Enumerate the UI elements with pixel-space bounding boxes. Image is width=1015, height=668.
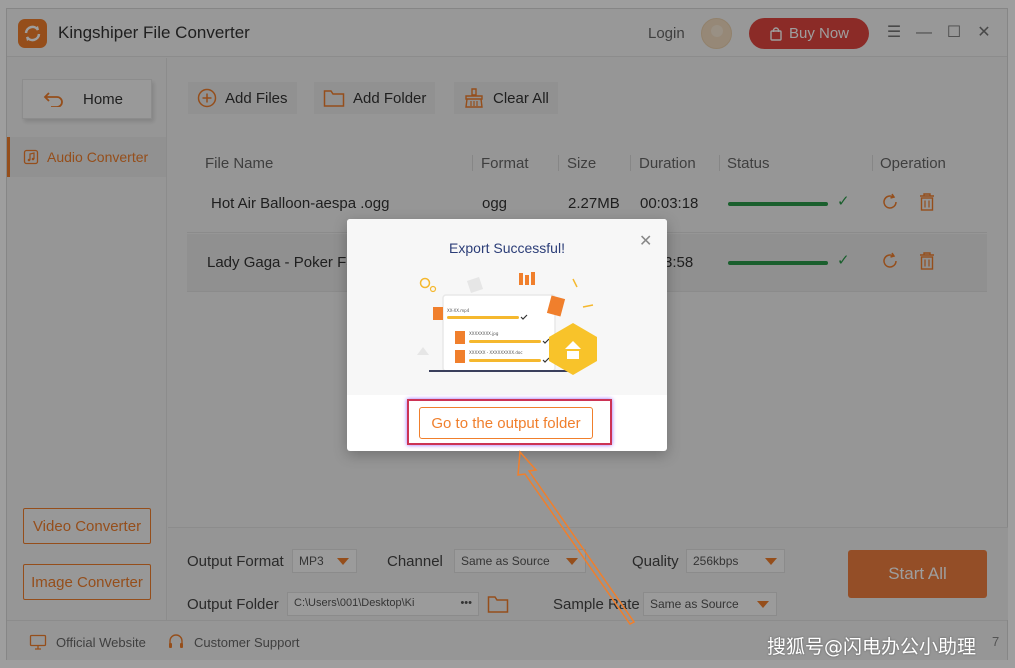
annotation-arrow: [517, 450, 636, 625]
watermark-text: 搜狐号@闪电办公小助理: [767, 636, 977, 658]
